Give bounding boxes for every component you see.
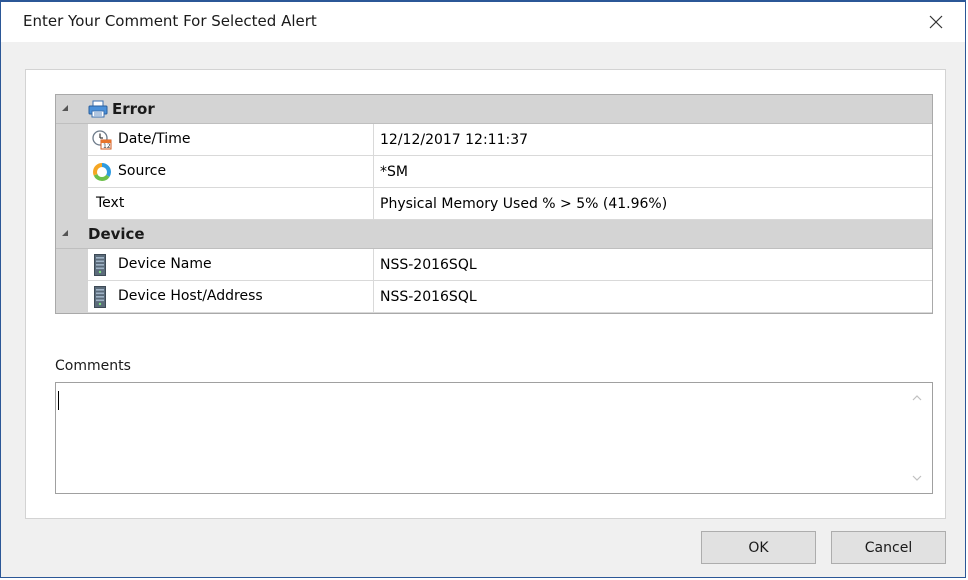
svg-text:12: 12 xyxy=(103,143,111,150)
comments-textarea[interactable] xyxy=(55,382,933,494)
property-row-datetime[interactable]: 12 Date/Time 12/12/2017 12:11:37 xyxy=(56,124,932,156)
text-caret xyxy=(58,391,59,410)
property-name: Text xyxy=(96,195,125,211)
server-icon xyxy=(94,286,106,312)
property-value[interactable]: NSS-2016SQL xyxy=(374,249,932,281)
property-name: Date/Time xyxy=(118,131,191,147)
property-name: Source xyxy=(118,163,167,179)
property-row-device-name[interactable]: Device Name NSS-2016SQL xyxy=(56,249,932,281)
property-value[interactable]: 12/12/2017 12:11:37 xyxy=(374,124,932,156)
ok-button[interactable]: OK xyxy=(701,531,816,564)
cancel-button[interactable]: Cancel xyxy=(831,531,946,564)
property-value[interactable]: *SM xyxy=(374,156,932,188)
property-grid: Error 12 Date/Time 12/12/2017 12:11:37 S… xyxy=(55,94,933,314)
dialog-content: Error 12 Date/Time 12/12/2017 12:11:37 S… xyxy=(25,69,946,519)
category-row-device[interactable]: Device xyxy=(56,220,932,249)
clock-calendar-icon: 12 xyxy=(92,130,112,154)
category-label-device: Device xyxy=(88,225,145,243)
comments-label: Comments xyxy=(55,358,131,374)
close-button[interactable] xyxy=(917,6,955,38)
scroll-up-icon[interactable] xyxy=(912,393,922,403)
property-row-source[interactable]: Source *SM xyxy=(56,156,932,188)
server-icon xyxy=(94,254,106,280)
collapse-toggle-icon[interactable] xyxy=(62,105,68,111)
category-row-error[interactable]: Error xyxy=(56,95,932,124)
property-value[interactable]: NSS-2016SQL xyxy=(374,281,932,313)
printer-icon xyxy=(88,100,108,122)
property-row-device-host[interactable]: Device Host/Address NSS-2016SQL xyxy=(56,281,932,313)
close-icon xyxy=(929,15,943,29)
scroll-down-icon[interactable] xyxy=(912,473,922,483)
dialog-window: Enter Your Comment For Selected Alert Er… xyxy=(0,0,966,578)
collapse-toggle-icon[interactable] xyxy=(62,230,68,236)
property-name: Device Name xyxy=(118,256,212,272)
property-row-text[interactable]: Text Physical Memory Used % > 5% (41.96%… xyxy=(56,188,932,220)
property-name: Device Host/Address xyxy=(118,288,263,304)
property-value[interactable]: Physical Memory Used % > 5% (41.96%) xyxy=(374,188,932,220)
category-label-error: Error xyxy=(112,100,155,118)
title-bar: Enter Your Comment For Selected Alert xyxy=(1,2,965,42)
source-ring-icon xyxy=(92,162,112,186)
dialog-title: Enter Your Comment For Selected Alert xyxy=(23,12,317,30)
